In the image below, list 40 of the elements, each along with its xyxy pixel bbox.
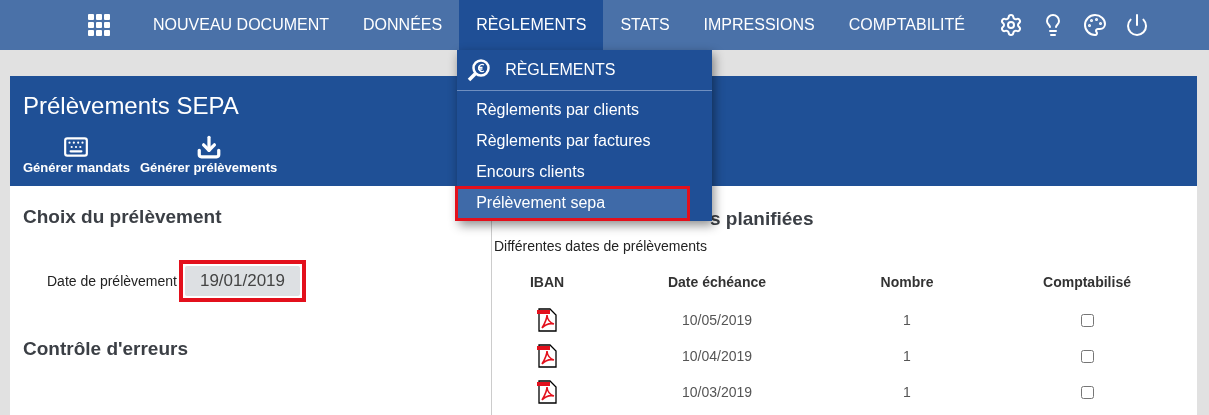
table-cell-text: 10/05/2019 [680,312,754,328]
nav-menu-item[interactable]: RÈGLEMENTS [459,0,604,50]
nav-menu-item[interactable]: NOUVEAU DOCUMENT [136,0,346,50]
pdf-icon[interactable] [536,380,558,404]
nav-menu-item[interactable]: STATS [603,0,687,50]
table-cell-text: 1 [902,312,912,328]
column-header: IBAN [528,274,566,290]
table-cell-text: 10/04/2019 [680,348,754,364]
table-cell-text: 1 [902,384,912,400]
dropdown-title: RÈGLEMENTS [505,61,616,79]
column-header: Comptabilisé [1042,274,1132,290]
column-header: Nombre [879,274,935,290]
dropdown-item[interactable]: Encours clients [457,157,713,188]
section-heading: Contrôle d'erreurs [23,338,189,360]
pdf-icon[interactable] [536,344,558,368]
pdf-icon[interactable] [536,308,558,332]
section-heading: Choix du prélèvement [23,206,223,228]
dropdown-item[interactable]: Règlements par factures [457,126,713,157]
nav-menu-item[interactable]: IMPRESSIONS [686,0,832,50]
column-header: Date échéance [666,274,768,290]
toolbar-button[interactable]: Générer mandats [23,134,130,175]
download-icon [195,134,222,160]
field-label: Date de prélèvement [47,273,177,289]
nav-menu-item[interactable]: DONNÉES [346,0,460,50]
checkbox[interactable] [1080,313,1094,327]
page-title: Prélèvements SEPA [23,92,239,120]
nav-menu-item[interactable]: COMPTABILITÉ [831,0,982,50]
date-field[interactable]: 19/01/2019 [184,266,300,296]
table-cell-text: 1 [902,348,912,364]
toolbar-button[interactable]: Générer prélèvements [139,134,278,175]
checkbox[interactable] [1080,349,1094,363]
checkbox[interactable] [1080,385,1094,399]
search-euro-icon [467,58,492,82]
section-heading: s planifiées [710,208,814,230]
dropdown-item[interactable]: Règlements par clients [457,95,713,126]
keyboard-icon [63,134,90,160]
apps-grid-icon[interactable] [88,14,110,36]
section-subtitle: Différentes dates de prélèvements [494,238,708,254]
dropdown-item[interactable]: Prélèvement sepa [457,188,689,219]
table-cell-text: 10/03/2019 [680,384,754,400]
